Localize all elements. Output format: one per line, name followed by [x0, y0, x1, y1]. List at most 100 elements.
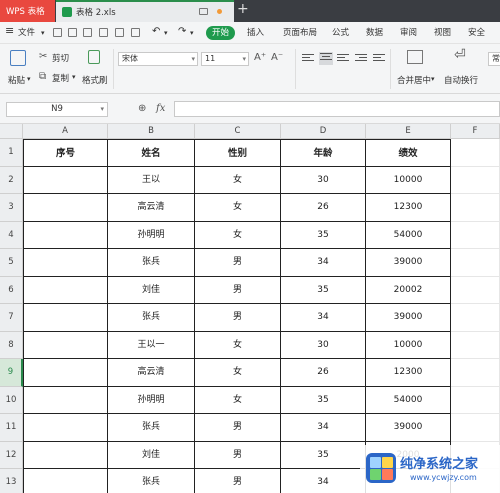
- empty-cell[interactable]: [451, 194, 500, 222]
- column-header-f[interactable]: F: [451, 124, 500, 139]
- copy-dropdown-icon[interactable]: ▾: [72, 73, 76, 81]
- table-cell[interactable]: 张兵: [108, 304, 195, 332]
- undo-dropdown-icon[interactable]: ▾: [164, 26, 168, 40]
- table-header-cell[interactable]: 性别: [195, 139, 281, 167]
- row-header-2[interactable]: 2: [0, 166, 23, 194]
- column-header-a[interactable]: A: [23, 124, 108, 139]
- align-top-icon[interactable]: [302, 54, 314, 64]
- table-cell[interactable]: [23, 249, 108, 277]
- format-painter-icon[interactable]: [88, 50, 100, 64]
- table-cell[interactable]: 女: [195, 166, 281, 194]
- cut-button[interactable]: 剪切: [52, 52, 69, 64]
- formula-input[interactable]: [174, 101, 500, 117]
- row-header-11[interactable]: 11: [0, 414, 23, 442]
- table-cell[interactable]: 王以: [108, 166, 195, 194]
- empty-cell[interactable]: [451, 221, 500, 249]
- table-header-cell[interactable]: 绩效: [366, 139, 451, 167]
- export-pdf-icon[interactable]: [131, 28, 140, 37]
- number-format-select[interactable]: 常: [488, 52, 500, 66]
- table-cell[interactable]: [23, 386, 108, 414]
- increase-indent-icon[interactable]: [373, 54, 385, 64]
- empty-cell[interactable]: [451, 414, 500, 442]
- table-cell[interactable]: 20002: [366, 276, 451, 304]
- table-cell[interactable]: 高云清: [108, 194, 195, 222]
- table-cell[interactable]: [23, 166, 108, 194]
- table-cell[interactable]: [23, 441, 108, 469]
- table-cell[interactable]: 26: [281, 194, 366, 222]
- table-cell[interactable]: [23, 304, 108, 332]
- row-header-9[interactable]: 9: [0, 359, 23, 387]
- table-cell[interactable]: 34: [281, 414, 366, 442]
- menu-tab-home[interactable]: 开始: [206, 26, 236, 40]
- table-cell[interactable]: 35: [281, 386, 366, 414]
- zoom-search-icon[interactable]: ⊕: [138, 104, 146, 114]
- chevron-down-icon[interactable]: ▾: [41, 26, 45, 40]
- increase-font-icon[interactable]: A⁺: [254, 53, 266, 63]
- print-icon[interactable]: [99, 28, 108, 37]
- row-header-4[interactable]: 4: [0, 221, 23, 249]
- table-cell[interactable]: 男: [195, 441, 281, 469]
- paste-dropdown-icon[interactable]: ▾: [27, 75, 31, 83]
- decrease-indent-icon[interactable]: [355, 54, 367, 64]
- table-cell[interactable]: 男: [195, 469, 281, 493]
- new-file-icon[interactable]: [53, 28, 62, 37]
- wrap-text-button[interactable]: 自动换行: [444, 74, 478, 86]
- merge-center-icon[interactable]: [407, 50, 423, 64]
- empty-cell[interactable]: [451, 249, 500, 277]
- column-header-c[interactable]: C: [195, 124, 281, 139]
- table-cell[interactable]: 张兵: [108, 414, 195, 442]
- align-bottom-icon[interactable]: [337, 54, 349, 64]
- add-tab-button[interactable]: +: [237, 1, 249, 17]
- align-middle-icon[interactable]: [319, 52, 333, 65]
- table-cell[interactable]: 39000: [366, 249, 451, 277]
- file-tab[interactable]: 表格 2.xls: [56, 0, 234, 22]
- table-cell[interactable]: 男: [195, 276, 281, 304]
- redo-dropdown-icon[interactable]: ▾: [190, 26, 194, 40]
- merge-center-button[interactable]: 合并居中: [397, 74, 431, 86]
- table-cell[interactable]: 男: [195, 414, 281, 442]
- table-cell[interactable]: 孙明明: [108, 221, 195, 249]
- empty-cell[interactable]: [451, 276, 500, 304]
- row-header-7[interactable]: 7: [0, 304, 23, 332]
- table-cell[interactable]: 女: [195, 194, 281, 222]
- column-header-b[interactable]: B: [108, 124, 195, 139]
- paste-button[interactable]: 粘贴: [8, 74, 25, 86]
- table-cell[interactable]: 张兵: [108, 469, 195, 493]
- select-all-corner[interactable]: [0, 124, 23, 139]
- table-cell[interactable]: 女: [195, 359, 281, 387]
- table-cell[interactable]: 34: [281, 304, 366, 332]
- wps-app-tab[interactable]: WPS 表格: [0, 0, 55, 22]
- table-cell[interactable]: [23, 469, 108, 493]
- table-header-cell[interactable]: 姓名: [108, 139, 195, 167]
- table-cell[interactable]: 男: [195, 304, 281, 332]
- row-header-6[interactable]: 6: [0, 276, 23, 304]
- empty-cell[interactable]: [451, 386, 500, 414]
- row-header-12[interactable]: 12: [0, 441, 23, 469]
- empty-cell[interactable]: [451, 331, 500, 359]
- table-cell[interactable]: 张兵: [108, 249, 195, 277]
- copy-button[interactable]: 复制: [52, 72, 69, 84]
- wrap-text-icon[interactable]: ⏎: [454, 48, 466, 62]
- menu-tab-view[interactable]: 视图: [434, 26, 451, 40]
- menu-tab-review[interactable]: 审阅: [400, 26, 417, 40]
- menu-tab-insert[interactable]: 插入: [247, 26, 264, 40]
- table-cell[interactable]: 女: [195, 221, 281, 249]
- table-cell[interactable]: 刘佳: [108, 276, 195, 304]
- table-cell[interactable]: 39000: [366, 414, 451, 442]
- table-cell[interactable]: 男: [195, 249, 281, 277]
- menu-tab-data[interactable]: 数据: [366, 26, 383, 40]
- menu-tab-page-layout[interactable]: 页面布局: [283, 26, 317, 40]
- table-cell[interactable]: [23, 194, 108, 222]
- table-cell[interactable]: 35: [281, 276, 366, 304]
- monitor-icon[interactable]: [199, 8, 208, 15]
- row-header-8[interactable]: 8: [0, 331, 23, 359]
- table-cell[interactable]: 26: [281, 359, 366, 387]
- table-cell[interactable]: 34: [281, 249, 366, 277]
- menu-file[interactable]: 文件: [18, 26, 35, 40]
- row-header-5[interactable]: 5: [0, 249, 23, 277]
- save-icon[interactable]: [83, 28, 92, 37]
- name-box[interactable]: N9 ▾: [6, 102, 108, 117]
- table-cell[interactable]: [23, 276, 108, 304]
- table-header-cell[interactable]: 年龄: [281, 139, 366, 167]
- table-cell[interactable]: [23, 331, 108, 359]
